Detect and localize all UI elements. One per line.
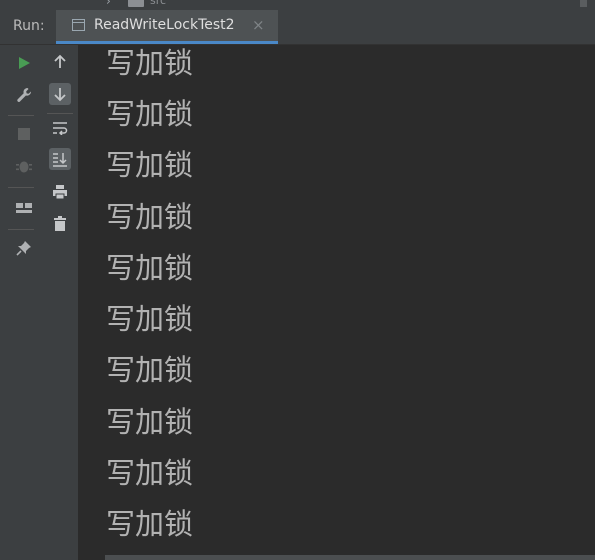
console-line: 写加锁 xyxy=(106,302,194,336)
active-tab-indicator xyxy=(56,41,278,44)
toolbar-separator xyxy=(8,229,34,230)
console-line: 写加锁 xyxy=(106,353,194,387)
toolbar-separator xyxy=(8,115,34,116)
console-toolbar xyxy=(42,45,79,560)
run-label: Run: xyxy=(13,18,45,34)
toolbar-separator xyxy=(8,187,34,188)
soft-wrap-icon[interactable] xyxy=(49,117,71,139)
arrow-up-icon[interactable] xyxy=(49,51,71,73)
wrench-icon[interactable] xyxy=(13,84,35,106)
folder-name[interactable]: src xyxy=(150,0,166,7)
console-line: 写加锁 xyxy=(106,405,194,439)
console-line: 写加锁 xyxy=(106,251,194,285)
console-line: 写加锁 xyxy=(106,456,194,490)
project-tree-strip: › src xyxy=(0,0,595,10)
expand-chevron-icon[interactable]: › xyxy=(106,0,111,8)
toolbar-separator xyxy=(47,113,73,114)
pin-icon[interactable] xyxy=(13,237,35,259)
horizontal-scrollbar[interactable] xyxy=(105,555,595,560)
corner-marker-icon xyxy=(580,0,587,7)
rerun-icon[interactable] xyxy=(13,52,35,74)
console-line: 写加锁 xyxy=(106,46,194,80)
trash-icon[interactable] xyxy=(49,213,71,235)
stop-icon[interactable] xyxy=(13,123,35,145)
run-toolbar xyxy=(0,45,43,560)
run-config-window-icon xyxy=(72,19,85,31)
arrow-down-icon[interactable] xyxy=(49,83,71,105)
console-line: 写加锁 xyxy=(106,148,194,182)
debug-bug-icon[interactable] xyxy=(13,155,35,177)
close-tab-icon[interactable]: × xyxy=(252,16,265,34)
console-output[interactable]: 写加锁 写加锁 写加锁 写加锁 写加锁 写加锁 写加锁 写加锁 写加锁 写加锁 xyxy=(78,45,595,560)
tab-readwritelocktest2[interactable]: ReadWriteLockTest2 × xyxy=(56,10,278,44)
run-toolwindow-header: Run: ReadWriteLockTest2 × xyxy=(0,10,595,45)
console-line: 写加锁 xyxy=(106,200,194,234)
folder-icon xyxy=(128,0,144,7)
console-line: 写加锁 xyxy=(106,97,194,131)
console-line: 写加锁 xyxy=(106,507,194,541)
print-icon[interactable] xyxy=(49,181,71,203)
tab-title: ReadWriteLockTest2 xyxy=(94,17,235,33)
layout-icon[interactable] xyxy=(13,197,35,219)
scroll-to-end-icon[interactable] xyxy=(49,148,71,170)
